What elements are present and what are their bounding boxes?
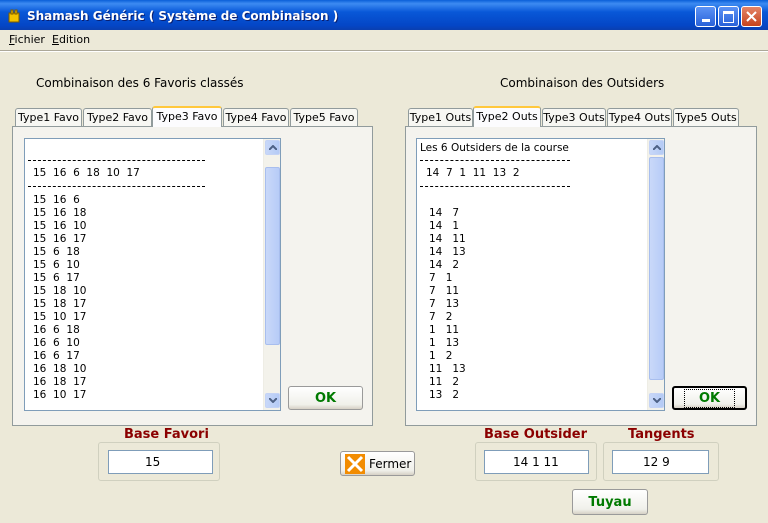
close-icon [746,11,757,22]
maximize-icon [723,10,734,23]
base-favori-field[interactable]: 15 [108,450,213,474]
tab-type3-outs[interactable]: Type3 Outs [542,108,606,126]
menu-edition[interactable]: Edition [52,33,90,46]
divider [420,186,570,187]
tangents-field[interactable]: 12 9 [612,450,709,474]
list-item[interactable]: 11 2 [429,376,466,389]
list-item[interactable]: 14 2 [429,259,466,272]
outsiders-listbox[interactable]: Les 6 Outsiders de la course 14 7 1 11 1… [416,138,665,411]
list-item[interactable]: 16 6 18 [33,324,86,337]
tab-type4-outs[interactable]: Type4 Outs [607,108,672,126]
list-item[interactable]: 15 6 18 [33,246,86,259]
favoris-heading: Combinaison des 6 Favoris classés [36,76,244,90]
favoris-listbox[interactable]: 15 16 6 18 10 17 15 16 6 15 16 18 15 16 10… [24,138,281,411]
fermer-label: Fermer [369,456,412,471]
favoris-header-line: 15 16 6 18 10 17 [33,167,140,179]
scroll-down-icon [652,398,661,403]
outsiders-heading: Combinaison des Outsiders [500,76,665,90]
list-item[interactable]: 1 2 [429,350,466,363]
list-item[interactable]: 16 18 10 [33,363,86,376]
divider [28,186,205,187]
base-favori-label: Base Favori [124,427,209,442]
list-item[interactable]: 14 1 [429,220,466,233]
scroll-up-button[interactable] [265,140,280,155]
divider [420,160,570,161]
fermer-button[interactable]: Fermer [340,451,415,476]
list-item[interactable]: 14 7 [429,207,466,220]
list-item[interactable]: 15 16 18 [33,207,86,220]
list-item[interactable]: 7 2 [429,311,466,324]
favoris-ok-button[interactable]: OK [288,386,363,410]
list-item[interactable]: 14 13 [429,246,466,259]
scroll-thumb[interactable] [265,167,280,345]
outsiders-header-line: 14 7 1 11 13 2 [426,167,520,179]
list-item[interactable]: 7 13 [429,298,466,311]
outsiders-list: 14 7 14 1 14 11 14 13 14 27 17 11 7 13 7 21 11… [429,207,466,402]
list-item[interactable]: 16 18 17 [33,376,86,389]
tab-type5-favo[interactable]: Type5 Favo [290,108,358,126]
outsiders-ok-button[interactable]: OK [672,386,747,410]
scroll-up-icon [268,145,277,150]
app-icon [6,8,22,24]
maximize-button[interactable] [718,6,739,27]
scroll-up-icon [652,145,661,150]
tab-type3-favo[interactable]: Type3 Favo [152,106,222,127]
minimize-icon [701,19,710,22]
list-item[interactable]: 1 13 [429,337,466,350]
list-item[interactable]: 13 2 [429,389,466,402]
tab-type4-favo[interactable]: Type4 Favo [223,108,289,126]
list-item[interactable]: 15 10 17 [33,311,86,324]
scroll-down-icon [268,398,277,403]
scroll-up-button[interactable] [649,140,664,155]
outsiders-scrollbar[interactable] [647,139,664,410]
divider [28,160,205,161]
list-item[interactable]: 15 18 10 [33,285,86,298]
ok-label: OK [683,388,736,408]
favoris-list: 15 16 6 15 16 18 15 16 10 15 16 17 15 6 18 15… [33,194,86,402]
list-item[interactable]: 15 16 17 [33,233,86,246]
list-item[interactable]: 7 11 [429,285,466,298]
list-item[interactable]: 15 18 17 [33,298,86,311]
window-title: Shamash Généric ( Système de Combinaison… [27,9,339,23]
tab-type1-outs[interactable]: Type1 Outs [408,108,473,126]
list-item[interactable]: 15 16 6 [33,194,86,207]
list-item[interactable]: 15 6 10 [33,259,86,272]
list-item[interactable]: 16 10 17 [33,389,86,402]
outsiders-intro: Les 6 Outsiders de la course [420,142,569,154]
tab-type1-favo[interactable]: Type1 Favo [15,108,82,126]
list-item[interactable]: 16 6 10 [33,337,86,350]
list-item[interactable]: 11 13 [429,363,466,376]
tab-type2-outs[interactable]: Type2 Outs [473,106,541,127]
list-item[interactable]: 16 6 17 [33,350,86,363]
scroll-down-button[interactable] [265,393,280,408]
minimize-button[interactable] [695,6,716,27]
list-item[interactable]: 7 1 [429,272,466,285]
list-item[interactable]: 1 11 [429,324,466,337]
tangents-label: Tangents [628,427,695,442]
list-item[interactable]: 14 11 [429,233,466,246]
scroll-down-button[interactable] [649,393,664,408]
close-button[interactable] [741,6,762,27]
menu-fichier[interactable]: Fichier [9,33,45,46]
base-outsider-field[interactable]: 14 1 11 [484,450,589,474]
fermer-x-icon [345,453,365,474]
list-item[interactable]: 15 16 10 [33,220,86,233]
list-item[interactable]: 15 6 17 [33,272,86,285]
menu-separator [0,50,768,52]
scroll-thumb[interactable] [649,157,664,380]
tuyau-button[interactable]: Tuyau [572,489,648,515]
base-outsider-label: Base Outsider [484,427,588,442]
tab-type5-outs[interactable]: Type5 Outs [673,108,739,126]
favoris-scrollbar[interactable] [263,139,280,410]
menu-bar [0,30,768,50]
tab-type2-favo[interactable]: Type2 Favo [83,108,152,126]
